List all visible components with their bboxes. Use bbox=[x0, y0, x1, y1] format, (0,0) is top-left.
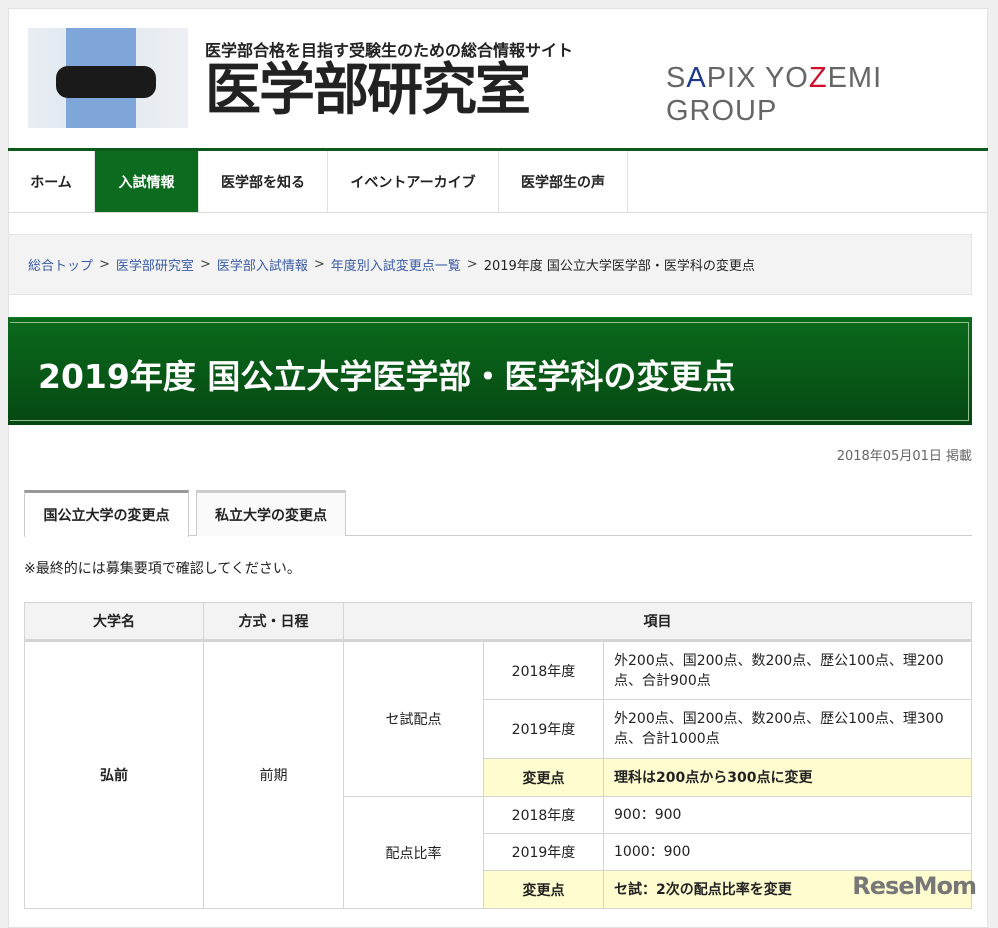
value-cell: 外200点、国200点、数200点、歴公100点、理200点、合計900点 bbox=[603, 640, 972, 700]
value-cell: 1000：900 bbox=[603, 833, 972, 871]
header-university: 大学名 bbox=[24, 602, 204, 642]
header-photo-arms bbox=[56, 66, 156, 98]
tab-bar: 国公立大学の変更点 私立大学の変更点 bbox=[24, 490, 972, 537]
nav-home[interactable]: ホーム bbox=[8, 151, 95, 212]
year-cell: 2018年度 bbox=[483, 796, 604, 834]
main-nav: ホーム 入試情報 医学部を知る イベントアーカイブ 医学部生の声 bbox=[8, 151, 988, 213]
breadcrumb-link[interactable]: 年度別入試変更点一覧 bbox=[331, 255, 461, 274]
page-title: 2019年度 国公立大学医学部・医学科の変更点 bbox=[38, 357, 736, 396]
value-cell: 外200点、国200点、数200点、歴公100点、理300点、合計1000点 bbox=[603, 699, 972, 759]
header-item: 項目 bbox=[343, 602, 972, 642]
breadcrumb-link[interactable]: 医学部研究室 bbox=[116, 255, 194, 274]
change-value: 理科は200点から300点に変更 bbox=[603, 758, 972, 797]
group-logo[interactable]: SAPIX YOZEMI GROUP bbox=[666, 62, 998, 128]
nav-exam-info[interactable]: 入試情報 bbox=[95, 151, 199, 212]
changes-table: 大学名 方式・日程 項目 弘前 前期 セ試配点 2018年度 外200点、国200点、数20… bbox=[24, 602, 972, 909]
breadcrumb-current: 2019年度 国公立大学医学部・医学科の変更点 bbox=[483, 259, 755, 274]
breadcrumb-link[interactable]: 総合トップ bbox=[28, 255, 93, 274]
resemom-watermark: ReseMom bbox=[852, 872, 977, 900]
university-cell: 弘前 bbox=[24, 640, 204, 909]
breadcrumb-link[interactable]: 医学部入試情報 bbox=[217, 255, 308, 274]
nav-about-medicine[interactable]: 医学部を知る bbox=[199, 151, 328, 212]
item-cell: セ試配点 bbox=[343, 640, 484, 797]
note-text: ※最終的には募集要項で確認してください。 bbox=[24, 561, 301, 577]
site-logo[interactable]: 医学部研究室 bbox=[205, 58, 531, 122]
breadcrumb: 総合トップ > 医学部研究室 > 医学部入試情報 > 年度別入試変更点一覧 > 2019… bbox=[8, 234, 972, 295]
year-cell: 2019年度 bbox=[483, 699, 604, 759]
year-cell: 2018年度 bbox=[483, 640, 604, 700]
value-cell: 900：900 bbox=[603, 796, 972, 834]
change-label: 変更点 bbox=[483, 758, 604, 797]
change-label: 変更点 bbox=[483, 870, 604, 909]
tab-private[interactable]: 私立大学の変更点 bbox=[196, 490, 346, 536]
schedule-cell: 前期 bbox=[203, 640, 344, 909]
nav-student-voices[interactable]: 医学部生の声 bbox=[499, 151, 628, 212]
title-banner: 2019年度 国公立大学医学部・医学科の変更点 bbox=[8, 317, 972, 425]
nav-event-archive[interactable]: イベントアーカイブ bbox=[328, 151, 499, 212]
year-cell: 2019年度 bbox=[483, 833, 604, 871]
header-schedule: 方式・日程 bbox=[203, 602, 344, 642]
published-date: 2018年05月01日 掲載 bbox=[836, 449, 972, 464]
tab-national[interactable]: 国公立大学の変更点 bbox=[24, 490, 189, 537]
item-cell: 配点比率 bbox=[343, 796, 484, 909]
